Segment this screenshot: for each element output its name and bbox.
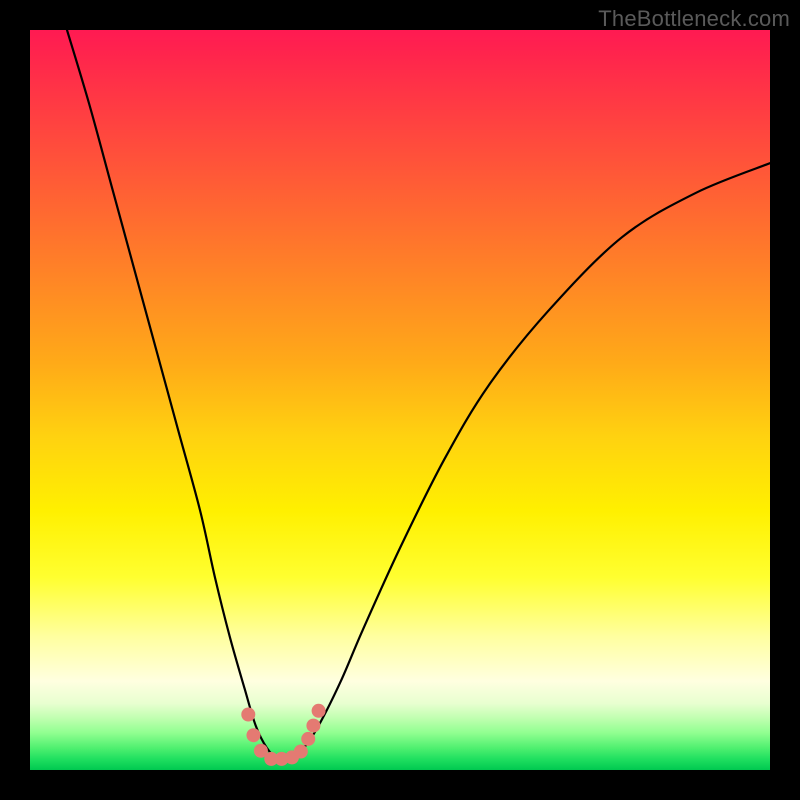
bottleneck-curve [67,30,770,760]
chart-frame: TheBottleneck.com [0,0,800,800]
watermark-text: TheBottleneck.com [598,6,790,32]
marker-dot [312,704,326,718]
bottleneck-markers [241,704,325,766]
curve-layer [30,30,770,770]
marker-dot [241,708,255,722]
marker-dot [294,745,308,759]
marker-dot [301,732,315,746]
plot-area [30,30,770,770]
marker-dot [306,719,320,733]
marker-dot [246,728,260,742]
